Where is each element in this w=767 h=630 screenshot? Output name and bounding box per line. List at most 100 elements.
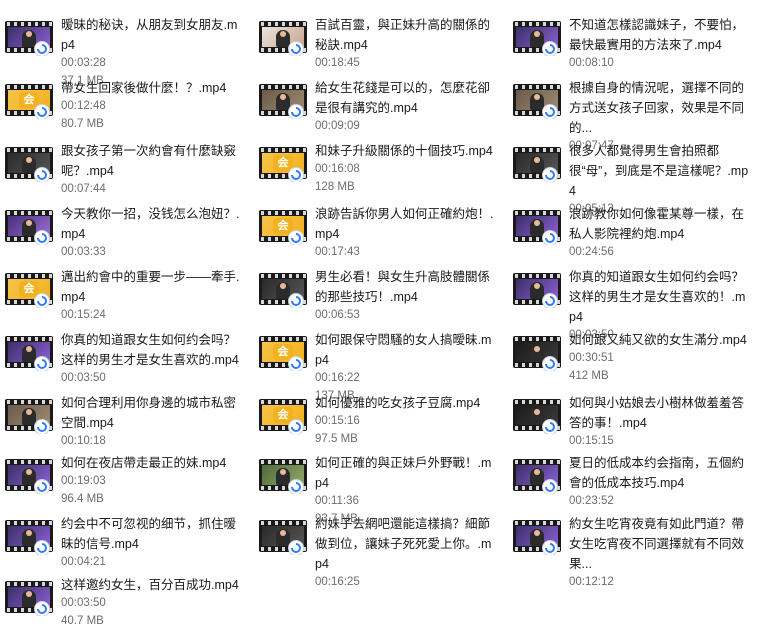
sync-status-icon: [289, 42, 303, 56]
file-name[interactable]: 今天教你一招，没钱怎么泡妞？.mp4: [61, 204, 243, 244]
file-name[interactable]: 如何跟保守悶騷的女人搞曖昧.mp4: [315, 330, 497, 370]
file-name[interactable]: 男生必看！與女生升高肢體關係的那些技巧！.mp4: [315, 267, 497, 307]
file-item[interactable]: 如何合理利用你身邊的城市私密空間.mp4 00:10:18: [0, 384, 244, 447]
file-name[interactable]: 如何合理利用你身邊的城市私密空間.mp4: [61, 393, 243, 433]
video-thumbnail[interactable]: [513, 18, 561, 56]
video-thumbnail[interactable]: 会: [259, 207, 307, 245]
file-name[interactable]: 浪跡告訴你男人如何正確約炮！.mp4: [315, 204, 497, 244]
file-duration: 00:15:16: [315, 415, 360, 427]
file-name[interactable]: 帶女生回家後做什麼！？.mp4: [61, 78, 243, 98]
video-thumbnail[interactable]: 会: [5, 270, 53, 308]
file-name[interactable]: 和妹子升級關係的十個技巧.mp4: [315, 141, 497, 161]
file-item[interactable]: 约会中不可忽视的细节，抓住暧昧的信号.mp4 00:04:21: [0, 505, 244, 568]
file-name[interactable]: 如何跟又純又欲的女生滿分.mp4: [569, 330, 751, 350]
video-thumbnail[interactable]: [5, 578, 53, 616]
file-name[interactable]: 給女生花錢是可以的，怎麼花卻是很有講究的.mp4: [315, 78, 497, 118]
file-grid: 暧昧的秘诀，从朋友到女朋友.mp4 00:03:28 37.1 MB 百試百靈，與正妹…: [0, 0, 767, 627]
file-item[interactable]: 很多人都覺得男生會拍照都很“母”，到底是不是這樣呢？.mp4 00:05:13: [508, 132, 752, 215]
file-name[interactable]: 跟女孩子第一次約會有什麼缺竅呢？.mp4: [61, 141, 243, 181]
logo-glyph: 会: [273, 407, 293, 423]
file-item[interactable]: 給女生花錢是可以的，怎麼花卻是很有講究的.mp4 00:09:09: [254, 69, 498, 132]
file-item[interactable]: 暧昧的秘诀，从朋友到女朋友.mp4 00:03:28 37.1 MB: [0, 6, 244, 87]
sync-status-icon: [289, 420, 303, 434]
file-name[interactable]: 如何與小姑娘去小樹林做羞羞答答的事！.mp4: [569, 393, 751, 433]
video-thumbnail[interactable]: [513, 270, 561, 308]
file-name[interactable]: 邁出約會中的重要一步——牽手.mp4: [61, 267, 243, 307]
file-item[interactable]: 如何正確的與正妹戶外野戰！.mp4 00:11:36 93.7 MB: [254, 444, 498, 525]
file-name[interactable]: 百試百靈，與正妹升高的關係的秘訣.mp4: [315, 15, 497, 55]
file-item[interactable]: 会 帶女生回家後做什麼！？.mp4 00:12:48 80.7 MB: [0, 69, 244, 130]
sync-status-icon: [543, 231, 557, 245]
file-name[interactable]: 如何在夜店帶走最正的妹.mp4: [61, 453, 243, 473]
file-item[interactable]: 这样邀约女生，百分百成功.mp4 00:03:50 40.7 MB: [0, 566, 244, 627]
video-thumbnail[interactable]: [5, 144, 53, 182]
file-item[interactable]: 如何跟又純又欲的女生滿分.mp4 00:30:51 412 MB: [508, 321, 752, 382]
sync-status-icon: [543, 541, 557, 555]
video-thumbnail[interactable]: [513, 456, 561, 494]
file-item[interactable]: 你真的知道跟女生如何约会吗？这样的男生才是女生喜欢的.mp4 00:03:50: [0, 321, 244, 384]
file-item[interactable]: 跟女孩子第一次約會有什麼缺竅呢？.mp4 00:07:44: [0, 132, 244, 195]
video-thumbnail[interactable]: 会: [259, 396, 307, 434]
video-thumbnail[interactable]: [259, 81, 307, 119]
sync-status-icon: [35, 105, 49, 119]
video-thumbnail[interactable]: [513, 517, 561, 555]
file-name[interactable]: 约会中不可忽视的细节，抓住暧昧的信号.mp4: [61, 514, 243, 554]
video-thumbnail[interactable]: [5, 396, 53, 434]
video-thumbnail[interactable]: [513, 207, 561, 245]
file-name[interactable]: 浪跡教你如何像霍某尊一樣，在私人影院裡約炮.mp4: [569, 204, 751, 244]
file-name[interactable]: 很多人都覺得男生會拍照都很“母”，到底是不是這樣呢？.mp4: [569, 141, 751, 201]
file-item[interactable]: 夏日的低成本约会指南，五個約會的低成本技巧.mp4 00:23:52: [508, 444, 752, 507]
file-name[interactable]: 你真的知道跟女生如何约会吗？这样的男生才是女生喜欢的.mp4: [61, 330, 243, 370]
file-name[interactable]: 这样邀约女生，百分百成功.mp4: [61, 575, 243, 595]
video-thumbnail[interactable]: [259, 456, 307, 494]
video-thumbnail[interactable]: [259, 270, 307, 308]
video-thumbnail[interactable]: [259, 18, 307, 56]
video-thumbnail[interactable]: [5, 18, 53, 56]
video-thumbnail[interactable]: [5, 456, 53, 494]
file-item[interactable]: 会如何跟保守悶騷的女人搞曖昧.mp4 00:16:22 137 MB: [254, 321, 498, 402]
file-name[interactable]: 暧昧的秘诀，从朋友到女朋友.mp4: [61, 15, 243, 55]
sync-status-icon: [35, 420, 49, 434]
sync-status-icon: [543, 105, 557, 119]
file-item[interactable]: 男生必看！與女生升高肢體關係的那些技巧！.mp4 00:06:53: [254, 258, 498, 321]
file-item[interactable]: 你真的知道跟女生如何约会吗？这样的男生才是女生喜欢的！.mp4 00:03:50: [508, 258, 752, 341]
file-item[interactable]: 約女生吃宵夜竟有如此門道？帶女生吃宵夜不同選擇就有不同效果... 00:12:12: [508, 505, 752, 588]
video-thumbnail[interactable]: [513, 81, 561, 119]
video-thumbnail[interactable]: 会: [5, 81, 53, 119]
file-name[interactable]: 如何正確的與正妹戶外野戰！.mp4: [315, 453, 497, 493]
file-item[interactable]: 浪跡教你如何像霍某尊一樣，在私人影院裡約炮.mp4 00:24:56: [508, 195, 752, 258]
sync-status-icon: [289, 168, 303, 182]
file-name[interactable]: 如何優雅的吃女孩子豆腐.mp4: [315, 393, 497, 413]
file-item[interactable]: 根據自身的情況呢，選擇不同的方式送女孩子回家，效果是不同的... 00:07:47: [508, 69, 752, 152]
sync-status-icon: [543, 420, 557, 434]
file-item[interactable]: 今天教你一招，没钱怎么泡妞？.mp4 00:03:33: [0, 195, 244, 258]
video-thumbnail[interactable]: [513, 396, 561, 434]
file-item[interactable]: 約妹子去網吧還能這樣搞？細節做到位，讓妹子死死愛上你。.mp4 00:16:25: [254, 505, 498, 588]
video-thumbnail[interactable]: 会: [259, 333, 307, 371]
video-thumbnail[interactable]: [5, 517, 53, 555]
video-thumbnail[interactable]: [5, 333, 53, 371]
file-item[interactable]: 不知道怎樣認識妹子，不要怕，最快最實用的方法來了.mp4 00:08:10: [508, 6, 752, 69]
file-name[interactable]: 不知道怎樣認識妹子，不要怕，最快最實用的方法來了.mp4: [569, 15, 751, 55]
file-name[interactable]: 約女生吃宵夜竟有如此門道？帶女生吃宵夜不同選擇就有不同效果...: [569, 514, 751, 574]
file-duration: 00:03:50: [61, 597, 106, 609]
sync-status-icon: [543, 168, 557, 182]
file-item[interactable]: 如何與小姑娘去小樹林做羞羞答答的事！.mp4 00:15:15: [508, 384, 752, 447]
file-name[interactable]: 你真的知道跟女生如何约会吗？这样的男生才是女生喜欢的！.mp4: [569, 267, 751, 327]
logo-glyph: 会: [273, 344, 293, 360]
video-thumbnail[interactable]: [259, 517, 307, 555]
file-item[interactable]: 如何在夜店帶走最正的妹.mp4 00:19:03 96.4 MB: [0, 444, 244, 505]
file-name[interactable]: 根據自身的情況呢，選擇不同的方式送女孩子回家，效果是不同的...: [569, 78, 751, 138]
sync-status-icon: [289, 105, 303, 119]
file-item[interactable]: 百試百靈，與正妹升高的關係的秘訣.mp4 00:18:45: [254, 6, 498, 69]
file-item[interactable]: 会邁出約會中的重要一步——牽手.mp4 00:15:24: [0, 258, 244, 321]
file-item[interactable]: 会浪跡告訴你男人如何正確約炮！.mp4 00:17:43: [254, 195, 498, 258]
file-item[interactable]: 会如何優雅的吃女孩子豆腐.mp4 00:15:16 97.5 MB: [254, 384, 498, 445]
video-thumbnail[interactable]: [513, 144, 561, 182]
file-name[interactable]: 夏日的低成本约会指南，五個約會的低成本技巧.mp4: [569, 453, 751, 493]
video-thumbnail[interactable]: [513, 333, 561, 371]
video-thumbnail[interactable]: 会: [259, 144, 307, 182]
file-name[interactable]: 約妹子去網吧還能這樣搞？細節做到位，讓妹子死死愛上你。.mp4: [315, 514, 497, 574]
video-thumbnail[interactable]: [5, 207, 53, 245]
file-item[interactable]: 会 和妹子升級關係的十個技巧.mp4 00:16:08 128 MB: [254, 132, 498, 193]
